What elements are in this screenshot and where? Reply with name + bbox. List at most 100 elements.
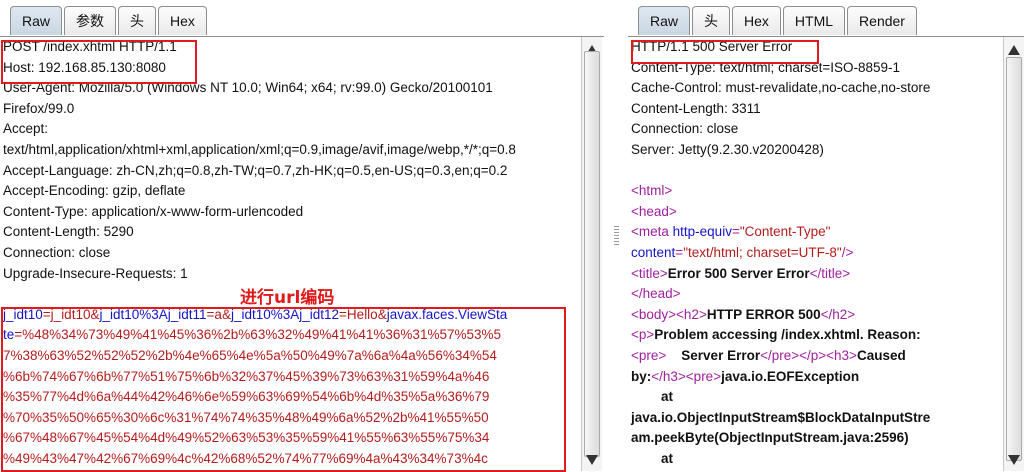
tab-raw[interactable]: Raw [638, 6, 691, 35]
request-header-line: Accept-Language: zh-CN,zh;q=0.8,zh-TW;q=… [3, 162, 508, 178]
request-body-line: %67%48%67%45%54%4d%49%52%63%53%35%59%41%… [0, 428, 582, 449]
html-token: Caused [856, 347, 906, 363]
response-html-line: content="text/html; charset=UTF-8"/> [628, 243, 1004, 264]
response-html-line: <pre> Server Error</pre></p><h3>Caused [628, 346, 1004, 367]
param-value: =%48%34%73%49%41%45%36%2b%63%32%49%41%41… [14, 327, 501, 343]
param-value: 7%38%63%52%52%52%2b%4e%65%4e%5a%50%49%7a… [3, 347, 497, 363]
html-token: </title> [809, 265, 851, 281]
tab-raw[interactable]: Raw [10, 6, 63, 35]
response-tabs: Raw 头 Hex HTML Render [638, 6, 919, 35]
request-body-line: te=%48%34%73%49%41%45%36%2b%63%32%49%41%… [0, 325, 582, 346]
html-token: content [631, 244, 676, 260]
url-encode-annotation: 进行url编码 [240, 288, 335, 308]
request-tab-bar: Raw 参数头 Hex [0, 0, 604, 37]
response-html-line: java.io.ObjectInputStream$BlockDataInput… [628, 408, 1004, 429]
param-value: %70%35%50%65%30%6c%31%74%74%35%48%49%6a%… [3, 409, 489, 425]
response-scrollbar[interactable] [1003, 37, 1024, 471]
html-token: <head> [631, 203, 677, 219]
param-key: j_idt10 [3, 306, 43, 322]
param-value: %49%43%47%42%67%69%4c%42%68%52%74%77%69%… [3, 450, 488, 466]
html-token: java.io.EOFException [721, 368, 860, 384]
param-value: =a& [206, 306, 231, 322]
request-body-line: %35%77%4d%6a%44%42%46%6e%59%63%69%54%6b%… [0, 387, 582, 408]
request-header-line: Upgrade-Insecure-Requests: 1 [3, 265, 188, 281]
response-tab-bar: Raw 头 Hex HTML Render [628, 0, 1024, 37]
response-html-line: <body><h2>HTTP ERROR 500</h2> [628, 305, 1004, 326]
response-header-line: HTTP/1.1 500 Server Error [631, 39, 793, 54]
response-header-line: Connection: close [631, 121, 739, 137]
response-html-line: <p>Problem accessing /index.xhtml. Reaso… [628, 325, 1004, 346]
scroll-thumb[interactable] [584, 51, 600, 457]
response-pane: Raw 头 Hex HTML Render HTTP/1.1 500 Server Er… [628, 0, 1024, 471]
html-token: Problem accessing /index.xhtml. Reason: [654, 327, 921, 343]
response-header-line [628, 161, 1004, 182]
pane-splitter[interactable] [608, 0, 624, 471]
html-token: </pre> [760, 347, 800, 363]
html-token: <meta [631, 224, 673, 240]
request-header-line: text/html,application/xhtml+xml,applicat… [3, 141, 516, 157]
request-scrollbar[interactable] [581, 37, 602, 471]
request-header-line: Content-Type: application/x-www-form-url… [3, 203, 304, 219]
html-token: </p> [799, 347, 827, 363]
html-token: http-equiv [672, 224, 732, 240]
response-header-line: Cache-Control: must-revalidate,no-cache,… [631, 80, 931, 96]
request-body-line: %6b%74%67%6b%77%51%75%6b%32%37%45%39%73%… [0, 367, 582, 388]
request-editor[interactable]: POST /index.xhtml HTTP/1.1 Host: 192.168.… [0, 37, 582, 471]
request-body-line: %70%35%50%65%30%6c%31%74%74%35%48%49%6a%… [0, 408, 582, 429]
html-token: java.io.ObjectInputStream$BlockDataInput… [631, 409, 931, 425]
html-token: Error 500 Server Error [667, 265, 810, 281]
html-token: <h2> [676, 306, 707, 322]
request-tabs: Raw 参数头 Hex [10, 6, 209, 35]
response-html-line: am.peekByte(ObjectInputStream.java:2596) [628, 428, 1004, 449]
param-value: %35%77%4d%6a%44%42%46%6e%59%63%69%54%6b%… [3, 389, 490, 405]
tab-参数[interactable]: 参数 [64, 6, 117, 35]
response-viewer[interactable]: HTTP/1.1 500 Server Error Content-Type: t… [628, 37, 1004, 471]
html-token: <html> [631, 183, 673, 199]
param-key: j_idt10%3Aj_idt12 [230, 306, 340, 322]
html-token: by: [631, 368, 652, 384]
request-body-line: 7%38%63%52%52%52%2b%4e%65%4e%5a%50%49%7a… [0, 346, 582, 367]
response-html-line: <title>Error 500 Server Error</title> [628, 264, 1004, 285]
response-html-line: at [628, 387, 1004, 408]
request-body-line: %49%43%47%42%67%69%4c%42%68%52%74%77%69%… [0, 449, 582, 470]
response-header-line: Content-Length: 3311 [631, 100, 761, 116]
param-key: javax.faces.ViewSta [386, 306, 508, 322]
param-value: %6b%74%67%6b%77%51%75%6b%32%37%45%39%73%… [3, 368, 490, 384]
html-token: <pre> [685, 368, 722, 384]
response-html-line: <meta http-equiv="Content-Type" [628, 222, 1004, 243]
response-html-line: </head> [628, 284, 1004, 305]
html-token: = [675, 244, 684, 260]
response-html-line: by:</h3><pre>java.io.EOFException [628, 367, 1004, 388]
request-header-line: Host: 192.168.85.130:8080 [3, 59, 166, 75]
param-key: j_idt10%3Aj_idt11 [99, 306, 207, 322]
html-token: </head> [631, 286, 681, 302]
response-header-line: Content-Type: text/html; charset=ISO-885… [631, 59, 901, 75]
tab-render[interactable]: Render [847, 6, 917, 35]
html-token: Server Error [666, 347, 761, 363]
tab-html[interactable]: HTML [782, 6, 846, 35]
scroll-down-arrow-icon[interactable] [1008, 455, 1020, 465]
html-token: <title> [631, 265, 668, 281]
html-token: <pre> [631, 347, 667, 363]
scroll-down-arrow-icon[interactable] [586, 455, 598, 465]
html-token: = [731, 224, 740, 240]
response-header-line: Server: Jetty(9.2.30.v20200428) [631, 141, 824, 157]
html-token: am.peekByte(ObjectInputStream.java:2596) [631, 430, 909, 446]
tab-头[interactable]: 头 [118, 6, 157, 35]
request-header-line: Accept: [3, 121, 49, 137]
html-token: </h3> [651, 368, 686, 384]
request-header-line: User-Agent: Mozilla/5.0 (Windows NT 10.0… [3, 80, 493, 96]
request-header-line: Content-Length: 5290 [3, 224, 134, 240]
scroll-thumb[interactable] [1006, 57, 1022, 461]
param-key: te [3, 327, 15, 343]
param-value: =j_idt10& [42, 306, 100, 322]
scroll-up-arrow-icon[interactable] [1008, 45, 1020, 55]
splitter-grip-icon[interactable] [614, 226, 619, 246]
tab-hex[interactable]: Hex [158, 6, 207, 35]
html-token: HTTP ERROR 500 [706, 306, 821, 322]
request-header-line: Accept-Encoding: gzip, deflate [3, 183, 186, 199]
tab-头[interactable]: 头 [692, 6, 731, 35]
html-token: at [631, 389, 674, 405]
tab-hex[interactable]: Hex [732, 6, 781, 35]
html-token: </h2> [820, 306, 856, 322]
